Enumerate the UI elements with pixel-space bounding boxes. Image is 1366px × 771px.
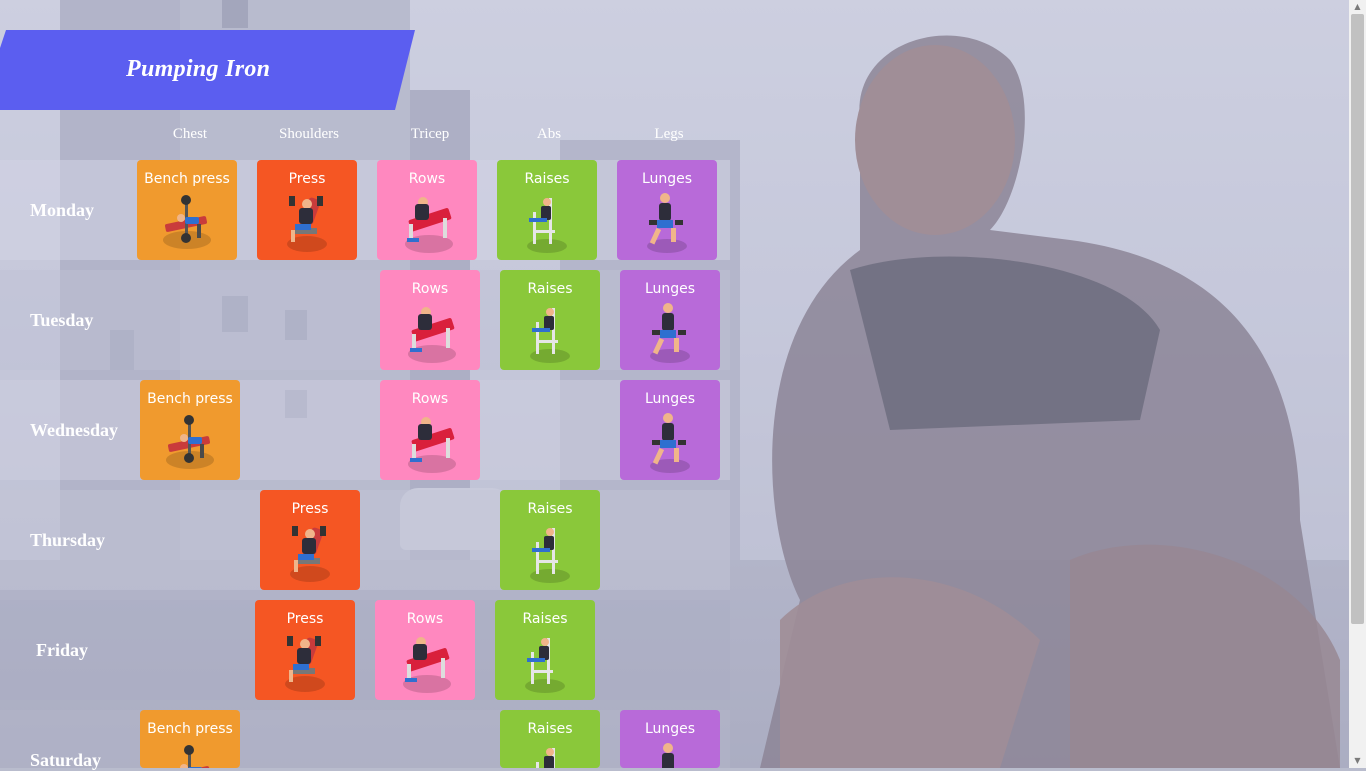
dumbbell-row-athlete-icon: [408, 417, 456, 473]
exercise-label: Raises: [527, 281, 573, 297]
scroll-down-arrow-icon[interactable]: ▼: [1349, 754, 1366, 768]
exercise-label: Press: [291, 501, 329, 517]
dumbbell-lunge-athlete-icon: [650, 413, 690, 473]
column-header-tricep: Tricep: [410, 126, 450, 142]
exercise-label: Press: [288, 171, 326, 187]
exercise-label: Bench press: [144, 171, 230, 187]
exercise-card-lunges[interactable]: Lunges: [620, 270, 720, 370]
exercise-label: Rows: [411, 391, 449, 407]
exercise-label: Lunges: [644, 721, 696, 737]
exercise-label: Rows: [408, 171, 446, 187]
exercise-label: Raises: [527, 721, 573, 737]
exercise-card-raises[interactable]: Raises: [500, 490, 600, 590]
exercise-label: Rows: [411, 281, 449, 297]
exercise-label: Lunges: [644, 281, 696, 297]
exercise-card-bench-press[interactable]: Bench press: [137, 160, 237, 260]
day-label-friday: Friday: [36, 640, 88, 660]
exercise-label: Rows: [406, 611, 444, 627]
exercise-label: Lunges: [644, 391, 696, 407]
exercise-label: Press: [286, 611, 324, 627]
dumbbell-lunge-athlete-icon: [650, 303, 690, 363]
exercise-card-lunges[interactable]: Lunges: [620, 380, 720, 480]
exercise-card-rows[interactable]: Rows: [380, 380, 480, 480]
exercise-card-raises[interactable]: Raises: [500, 710, 600, 768]
exercise-card-raises[interactable]: Raises: [495, 600, 595, 700]
dumbbell-row-athlete-icon: [408, 307, 456, 363]
exercise-card-press[interactable]: Press: [255, 600, 355, 700]
bench-press-athlete-icon: [163, 195, 211, 249]
exercise-card-rows[interactable]: Rows: [375, 600, 475, 700]
exercise-card-bench-press[interactable]: Bench press: [140, 380, 240, 480]
exercise-label: Bench press: [147, 391, 233, 407]
scrollbar-thumb[interactable]: [1351, 14, 1364, 624]
column-header-shoulders: Shoulders: [279, 126, 339, 142]
exercise-card-press[interactable]: Press: [260, 490, 360, 590]
exercise-card-raises[interactable]: Raises: [500, 270, 600, 370]
exercise-card-raises[interactable]: Raises: [497, 160, 597, 260]
shoulder-press-athlete-icon: [290, 526, 330, 582]
exercise-label: Raises: [524, 171, 570, 187]
dumbbell-lunge-athlete-icon: [647, 193, 687, 253]
day-row-thursday: [0, 490, 730, 590]
day-label-wednesday: Wednesday: [30, 420, 119, 440]
dumbbell-row-athlete-icon: [405, 197, 453, 253]
bench-press-athlete-icon: [166, 415, 214, 469]
day-row-friday: [0, 600, 730, 700]
exercise-label: Raises: [527, 501, 573, 517]
leg-raise-station-icon: [525, 638, 565, 693]
exercise-label: Raises: [522, 611, 568, 627]
column-header-chest: Chest: [172, 126, 208, 142]
exercise-card-bench-press[interactable]: Bench press: [140, 710, 240, 768]
shoulder-press-athlete-icon: [287, 196, 327, 252]
exercise-card-press[interactable]: Press: [257, 160, 357, 260]
scroll-up-arrow-icon[interactable]: ▲: [1349, 0, 1366, 14]
leg-raise-station-icon: [530, 748, 570, 768]
leg-raise-station-icon: [530, 528, 570, 583]
column-header-abs: Abs: [536, 126, 562, 142]
day-label-tuesday: Tuesday: [30, 310, 94, 330]
exercise-card-rows[interactable]: Rows: [377, 160, 477, 260]
exercise-card-lunges[interactable]: Lunges: [617, 160, 717, 260]
dumbbell-row-athlete-icon: [403, 637, 451, 693]
day-label-monday: Monday: [30, 200, 95, 220]
exercise-card-rows[interactable]: Rows: [380, 270, 480, 370]
leg-raise-station-icon: [530, 308, 570, 363]
leg-raise-station-icon: [527, 198, 567, 253]
shoulder-press-athlete-icon: [285, 636, 325, 692]
dumbbell-lunge-athlete-icon: [650, 743, 690, 768]
column-header-legs: Legs: [654, 126, 684, 142]
exercise-label: Lunges: [641, 171, 693, 187]
exercise-card-lunges[interactable]: Lunges: [620, 710, 720, 768]
bench-press-athlete-icon: [166, 745, 214, 768]
day-label-thursday: Thursday: [30, 530, 106, 550]
app-title: Pumping Iron: [126, 56, 271, 82]
exercise-label: Bench press: [147, 721, 233, 737]
